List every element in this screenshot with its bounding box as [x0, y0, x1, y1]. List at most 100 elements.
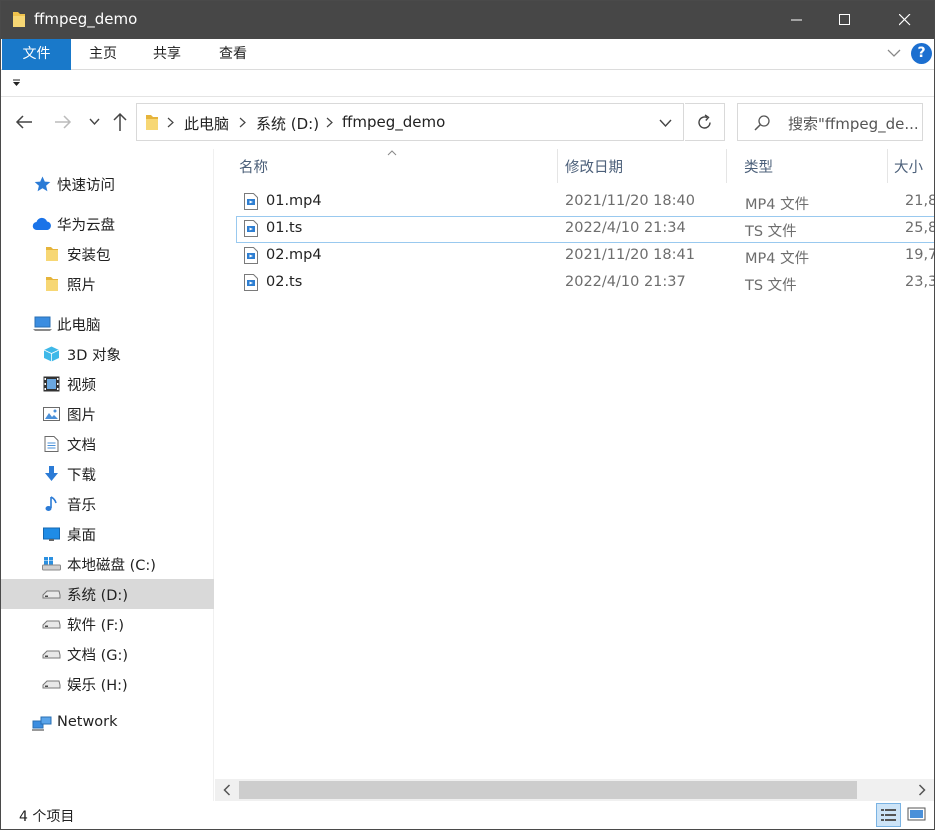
- back-arrow-icon[interactable]: [15, 114, 33, 130]
- file-date: 2021/11/20 18:40: [565, 193, 695, 209]
- maximize-button[interactable]: [822, 1, 868, 39]
- document-icon: [44, 436, 59, 452]
- file-name: 02.ts: [266, 274, 303, 290]
- sidebar-item-huawei-cloud[interactable]: 华为云盘: [1, 209, 214, 239]
- sidebar-item-label: Network: [57, 714, 118, 730]
- sidebar-item-network[interactable]: Network: [1, 709, 214, 739]
- table-row[interactable]: 02.mp4 2021/11/20 18:41 MP4 文件 19,7: [236, 243, 935, 270]
- column-header-name[interactable]: 名称: [215, 149, 557, 183]
- close-button[interactable]: [882, 1, 928, 39]
- customize-toolbar-icon[interactable]: [12, 79, 21, 87]
- tab-share[interactable]: 共享: [153, 39, 181, 70]
- sidebar-item-label: 华为云盘: [57, 218, 115, 234]
- search-box[interactable]: 搜索"ffmpeg_de...: [737, 103, 923, 141]
- sidebar-item-label: 快速访问: [57, 178, 115, 194]
- large-icons-view-button[interactable]: [905, 803, 930, 827]
- file-type: TS 文件: [745, 224, 797, 240]
- sidebar-item-desktop[interactable]: 桌面: [1, 519, 214, 549]
- cloud-icon: [32, 217, 51, 231]
- table-row[interactable]: 01.ts 2022/4/10 21:34 TS 文件 25,8: [236, 216, 934, 243]
- breadcrumb-this-pc[interactable]: 此电脑: [184, 113, 229, 134]
- sidebar-item-drive-f[interactable]: 软件 (F:): [1, 609, 214, 639]
- star-icon: [34, 176, 51, 192]
- sidebar-item-videos[interactable]: 视频: [1, 369, 214, 399]
- forward-arrow-icon[interactable]: [54, 114, 72, 130]
- breadcrumb-ffmpeg-demo[interactable]: ffmpeg_demo: [342, 113, 445, 131]
- sidebar-item-label: 本地磁盘 (C:): [67, 558, 156, 574]
- file-type: MP4 文件: [745, 197, 810, 213]
- sidebar-item-drive-h[interactable]: 娱乐 (H:): [1, 669, 214, 699]
- address-history-chevron-icon[interactable]: [659, 119, 672, 128]
- sidebar-item-label: 3D 对象: [67, 348, 121, 364]
- sidebar-item-drive-g[interactable]: 文档 (G:): [1, 639, 214, 669]
- column-header-label: 名称: [239, 160, 268, 176]
- file-date: 2021/11/20 18:41: [565, 247, 695, 263]
- file-date: 2022/4/10 21:34: [565, 220, 686, 236]
- file-size: 19,7: [905, 247, 935, 263]
- column-header-size[interactable]: 大小: [888, 149, 934, 183]
- media-file-icon: [244, 193, 258, 210]
- scrollbar-thumb[interactable]: [239, 781, 857, 799]
- sidebar-item-installers[interactable]: 安装包: [1, 239, 214, 269]
- details-view-button[interactable]: [876, 803, 901, 827]
- sidebar-item-music[interactable]: 音乐: [1, 489, 214, 519]
- sidebar-item-photos[interactable]: 照片: [1, 269, 214, 299]
- drive-icon: [42, 620, 61, 629]
- sidebar-item-3d-objects[interactable]: 3D 对象: [1, 339, 214, 369]
- sidebar-item-pictures[interactable]: 图片: [1, 399, 214, 429]
- title-bar: ffmpeg_demo: [1, 1, 934, 39]
- table-row[interactable]: 01.mp4 2021/11/20 18:40 MP4 文件 21,8: [236, 189, 935, 216]
- file-type: TS 文件: [745, 278, 797, 294]
- tab-file[interactable]: 文件: [2, 39, 71, 70]
- up-arrow-icon[interactable]: [112, 112, 128, 132]
- sidebar-item-label: 软件 (F:): [67, 618, 125, 634]
- sidebar-item-documents[interactable]: 文档: [1, 429, 214, 459]
- column-header-label: 大小: [894, 160, 923, 176]
- refresh-icon: [698, 114, 711, 129]
- recent-locations-chevron-icon[interactable]: [89, 118, 100, 126]
- sidebar-item-label: 视频: [67, 378, 96, 394]
- music-icon: [45, 496, 57, 511]
- details-view-icon: [881, 809, 896, 821]
- file-type: MP4 文件: [745, 251, 810, 267]
- minimize-button[interactable]: [774, 1, 820, 39]
- quick-access-toolbar: [1, 71, 934, 97]
- breadcrumb-drive-d[interactable]: 系统 (D:): [256, 113, 319, 134]
- table-row[interactable]: 02.ts 2022/4/10 21:37 TS 文件 23,3: [236, 270, 934, 297]
- sidebar-item-downloads[interactable]: 下载: [1, 459, 214, 489]
- file-name: 02.mp4: [266, 247, 322, 263]
- folder-icon: [46, 277, 58, 291]
- scroll-left-icon[interactable]: [223, 784, 231, 796]
- sidebar-item-drive-d[interactable]: 系统 (D:): [1, 579, 214, 609]
- breadcrumb-separator-icon[interactable]: [167, 117, 174, 128]
- computer-icon: [33, 316, 52, 331]
- column-header-type[interactable]: 类型: [727, 149, 887, 183]
- breadcrumb-separator-icon[interactable]: [326, 117, 333, 128]
- expand-ribbon-chevron-icon[interactable]: [887, 48, 901, 58]
- column-header-label: 类型: [744, 160, 773, 176]
- window-title: ffmpeg_demo: [34, 10, 138, 28]
- refresh-button[interactable]: [685, 103, 725, 141]
- tab-view[interactable]: 查看: [219, 39, 247, 70]
- tab-home[interactable]: 主页: [89, 39, 117, 70]
- sidebar-item-this-pc[interactable]: 此电脑: [1, 309, 214, 339]
- large-icons-view-icon: [907, 807, 926, 821]
- folder-icon: [146, 115, 158, 130]
- scroll-right-icon[interactable]: [918, 784, 926, 796]
- drive-icon: [42, 650, 61, 659]
- sidebar-item-drive-c[interactable]: 本地磁盘 (C:): [1, 549, 214, 579]
- sidebar-item-label: 下载: [67, 468, 96, 484]
- download-icon: [45, 466, 58, 481]
- address-bar[interactable]: 此电脑 系统 (D:) ffmpeg_demo: [136, 103, 684, 141]
- file-size: 21,8: [905, 193, 935, 209]
- search-placeholder: 搜索"ffmpeg_de...: [788, 115, 919, 133]
- file-name: 01.mp4: [266, 193, 322, 209]
- column-header-date[interactable]: 修改日期: [558, 149, 726, 183]
- help-icon[interactable]: ?: [911, 43, 932, 64]
- breadcrumb-separator-icon[interactable]: [239, 117, 246, 128]
- ribbon-tabs: 文件 主页 共享 查看 ?: [1, 39, 934, 70]
- sidebar-item-label: 文档 (G:): [67, 648, 129, 664]
- sidebar-item-quick-access[interactable]: 快速访问: [1, 169, 214, 199]
- column-header-label: 修改日期: [565, 160, 623, 176]
- horizontal-scrollbar[interactable]: [215, 779, 934, 801]
